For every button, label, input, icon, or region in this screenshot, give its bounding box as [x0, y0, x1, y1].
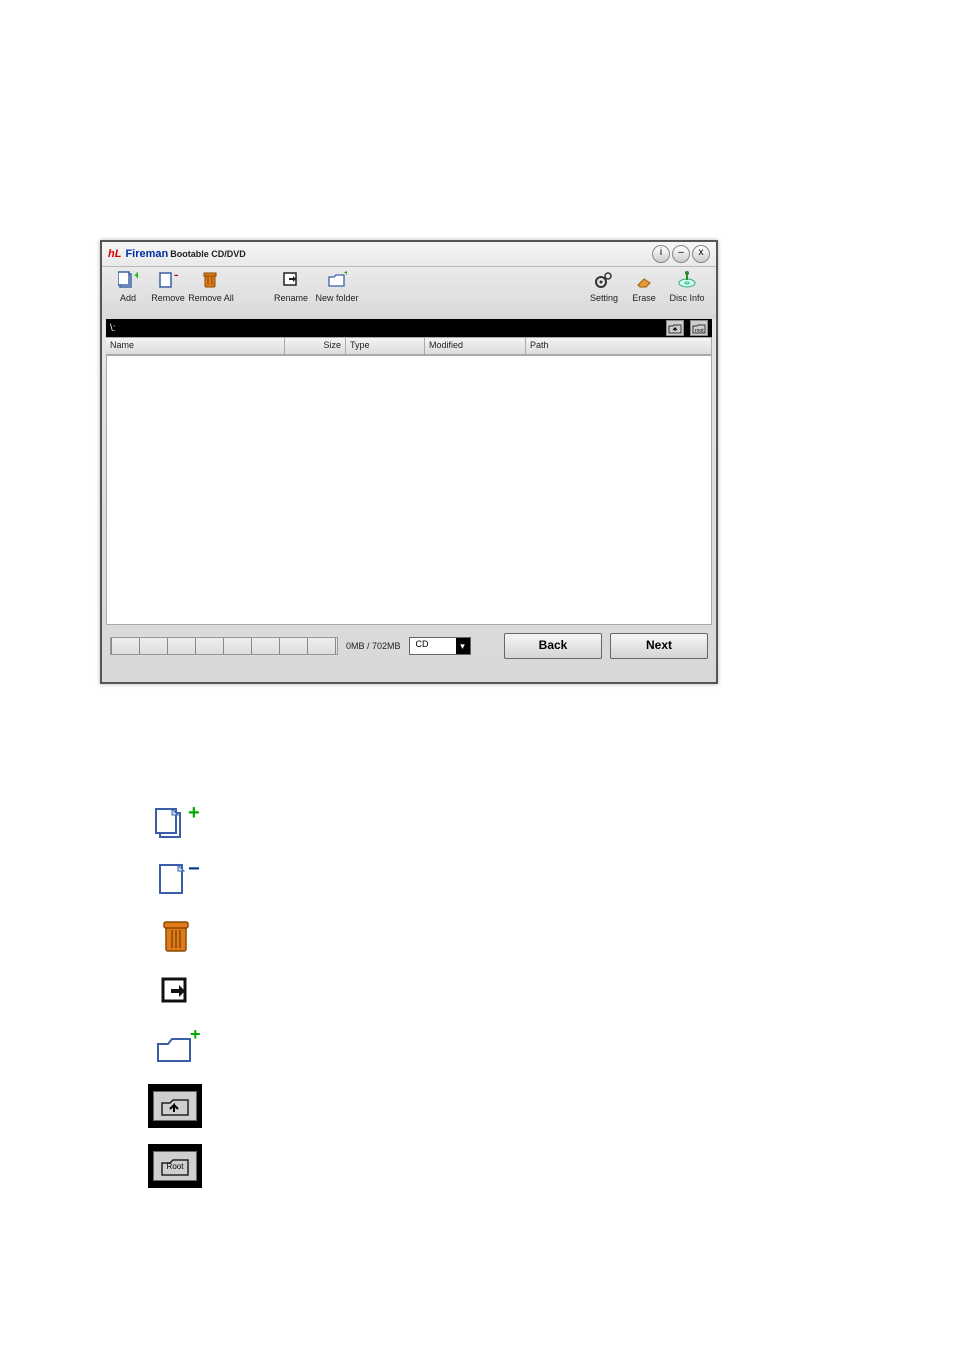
svg-text:−: − [174, 271, 178, 282]
folder-root-icon: Root [153, 1151, 197, 1181]
remove-file-icon: − [148, 860, 208, 900]
svg-text:+: + [188, 805, 200, 824]
app-subtitle: Bootable CD/DVD [170, 249, 246, 259]
folder-up-icon[interactable] [666, 320, 684, 336]
svg-text:root: root [695, 328, 704, 334]
minimize-button[interactable]: – [672, 245, 690, 263]
media-select[interactable]: CD ▾ [409, 637, 471, 655]
rename-label: Rename [274, 293, 308, 303]
svg-text:+: + [344, 271, 347, 279]
gear-icon [594, 271, 614, 289]
setting-button[interactable]: Setting [584, 271, 624, 303]
erase-label: Erase [632, 293, 656, 303]
disc-info-label: Disc Info [669, 293, 704, 303]
remove-label: Remove [151, 293, 185, 303]
svg-text:−: − [188, 861, 200, 880]
folder-up-tile [148, 1084, 202, 1128]
setting-label: Setting [590, 293, 618, 303]
disc-info-icon [677, 271, 697, 289]
next-button[interactable]: Next [610, 633, 708, 659]
col-type[interactable]: Type [346, 338, 425, 354]
close-button[interactable]: x [692, 245, 710, 263]
folder-up-icon [153, 1091, 197, 1121]
rename-icon [148, 972, 208, 1012]
erase-button[interactable]: Erase [624, 271, 664, 303]
window-buttons: i – x [652, 245, 710, 263]
disc-info-button[interactable]: Disc Info [664, 271, 710, 303]
chevron-down-icon: ▾ [456, 638, 470, 654]
file-list[interactable] [106, 355, 712, 625]
titlebar: hL Fireman Bootable CD/DVD i – x [102, 242, 716, 267]
new-folder-icon: + [148, 1028, 208, 1068]
col-path[interactable]: Path [526, 338, 712, 354]
new-folder-button[interactable]: + New folder [314, 271, 360, 303]
toolbar: + Add − Remove Remove All [102, 267, 716, 319]
add-button[interactable]: + Add [108, 271, 148, 303]
svg-text:+: + [190, 1030, 201, 1044]
add-file-icon: + [148, 804, 208, 844]
trash-icon [148, 916, 208, 956]
capacity-label: 0MB / 702MB [346, 641, 401, 651]
col-modified[interactable]: Modified [425, 338, 526, 354]
folder-root-icon[interactable]: root [690, 320, 708, 336]
rename-button[interactable]: Rename [268, 271, 314, 303]
new-folder-icon: + [327, 271, 347, 289]
col-name[interactable]: Name [106, 338, 285, 354]
new-folder-label: New folder [315, 293, 358, 303]
add-file-icon: + [118, 271, 138, 289]
column-headers: Name Size Type Modified Path [106, 337, 712, 355]
path-root: \: [110, 323, 124, 334]
app-brand: Fireman [125, 248, 168, 260]
app-window: hL Fireman Bootable CD/DVD i – x + Add [100, 240, 718, 684]
add-label: Add [120, 293, 136, 303]
folder-root-tile: Root [148, 1144, 202, 1188]
rename-icon [281, 271, 301, 289]
remove-file-icon: − [158, 271, 178, 289]
info-button[interactable]: i [652, 245, 670, 263]
svg-text:+: + [134, 271, 138, 282]
media-select-value: CD [410, 638, 456, 654]
trash-icon [201, 271, 221, 289]
back-button[interactable]: Back [504, 633, 602, 659]
root-label: Root [167, 1162, 184, 1171]
remove-button[interactable]: − Remove [148, 271, 188, 303]
document-page: hL Fireman Bootable CD/DVD i – x + Add [0, 0, 954, 1350]
remove-all-label: Remove All [188, 293, 234, 303]
path-bar: \: root [106, 319, 712, 337]
bottom-bar: 0MB / 702MB CD ▾ Back Next [102, 625, 716, 667]
remove-all-button[interactable]: Remove All [188, 271, 234, 303]
icon-legend: + − + Root [148, 804, 208, 1188]
app-logo: hL [108, 248, 121, 260]
eraser-icon [634, 271, 654, 289]
capacity-gauge [110, 637, 338, 655]
col-size[interactable]: Size [285, 338, 346, 354]
